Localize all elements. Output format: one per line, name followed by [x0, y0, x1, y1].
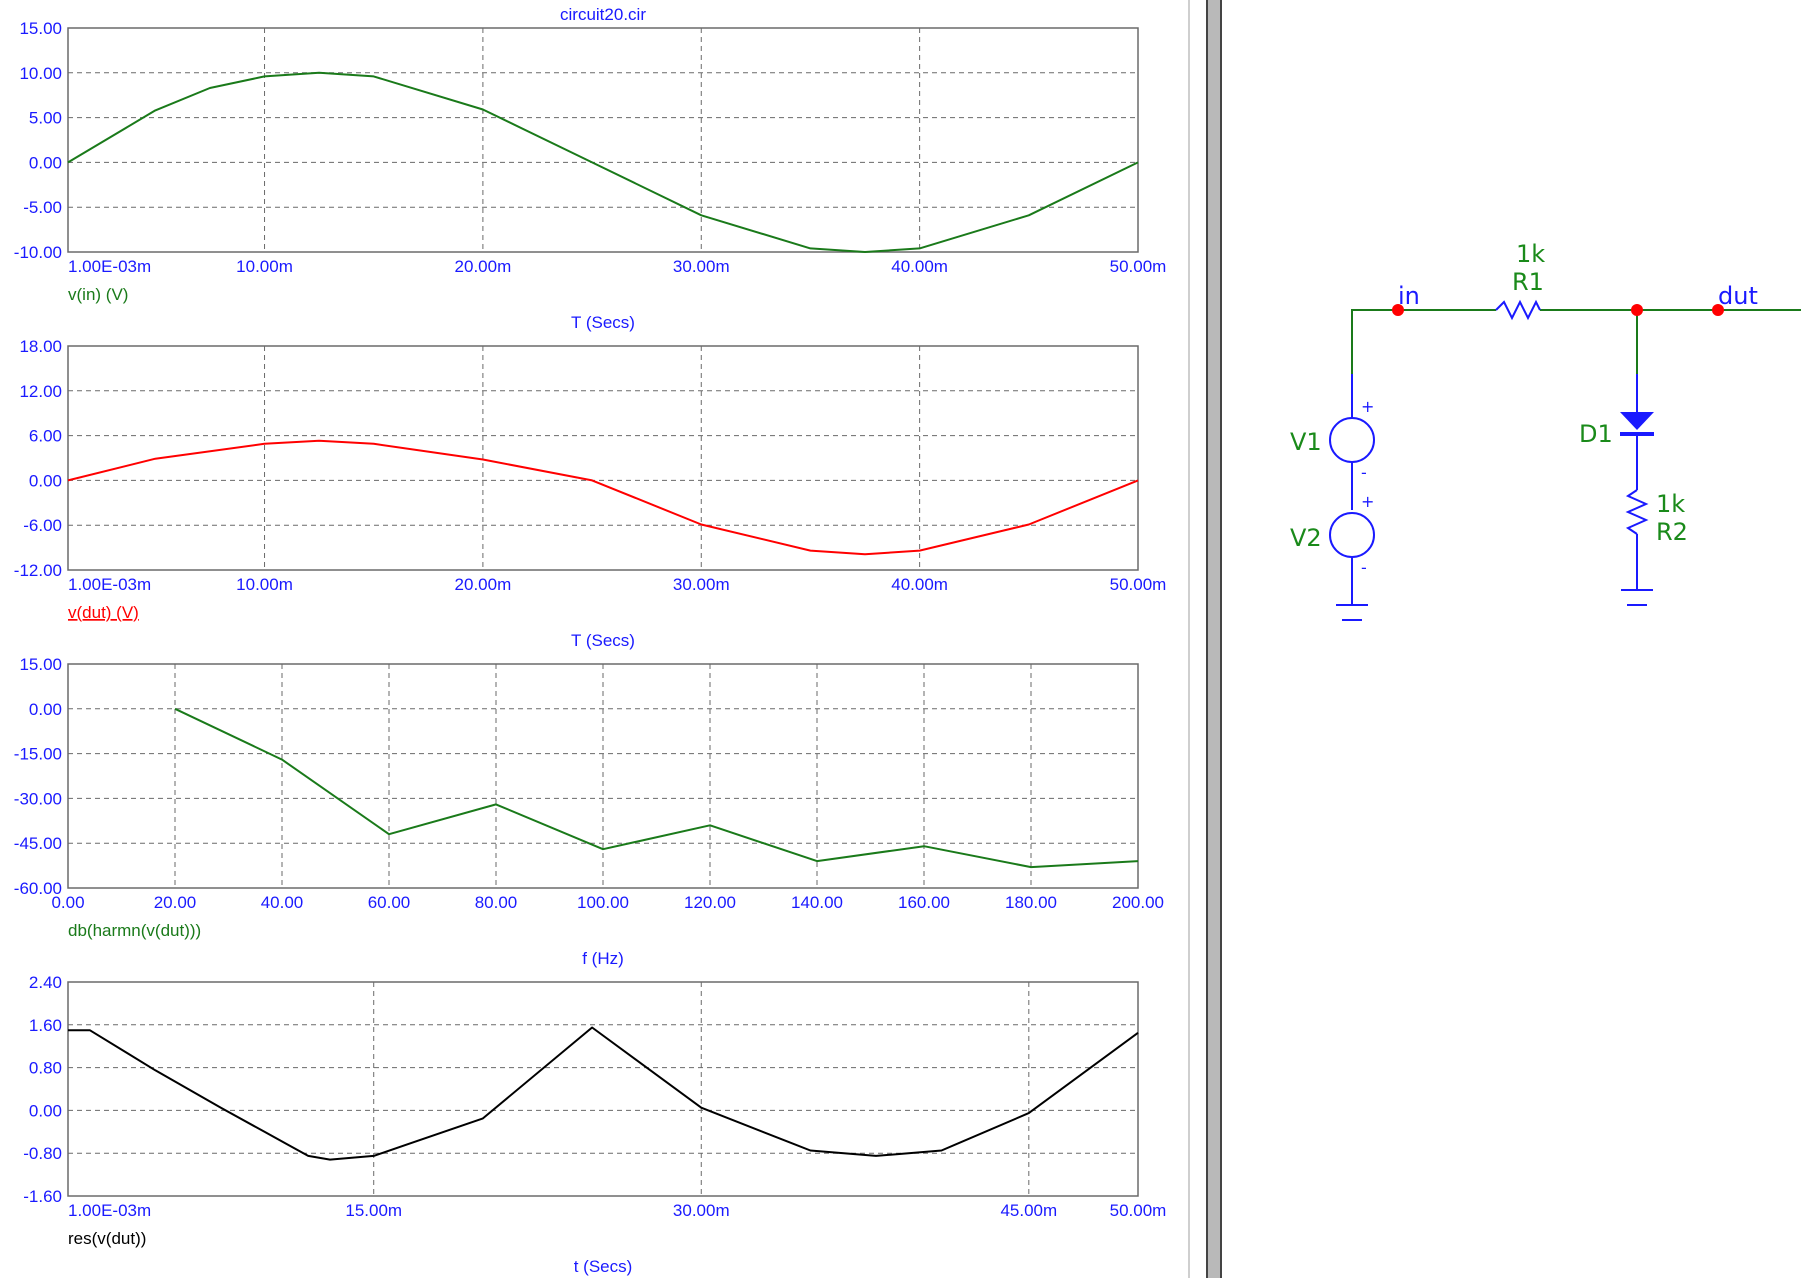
panel-divider [1188, 0, 1190, 1278]
r2-symbol [1628, 490, 1646, 534]
plots-canvas: circuit20.cir 1.00E-03m 10.00m 20.00m 30.00m… [0, 0, 1200, 1278]
y-tick-label: 15.00 [19, 19, 62, 38]
r1-ref: R1 [1512, 268, 1544, 296]
y-tick-label: -30.00 [14, 789, 62, 808]
r2-value: 1k [1656, 490, 1685, 518]
schematic-panel: in dut 1k R1 1k R2 D1 V1 V2 + - + - [1224, 0, 1808, 1278]
v2-symbol [1330, 513, 1374, 557]
y-tick-label: 0.00 [29, 1101, 62, 1120]
plot-frame [68, 28, 1138, 252]
y-tick-label: 0.80 [29, 1059, 62, 1078]
y-tick-label: -10.00 [14, 243, 62, 262]
series-label: res(v(dut)) [68, 1229, 146, 1248]
y-tick-label: 0.00 [29, 153, 62, 172]
v2-plus: + [1361, 492, 1374, 511]
y-tick-label: 15.00 [19, 655, 62, 674]
window-title: circuit20.cir [560, 5, 646, 24]
r1-value: 1k [1516, 240, 1545, 268]
v1-ref: V1 [1290, 428, 1322, 456]
v1-symbol [1330, 418, 1374, 462]
x-tick-label: 20.00m [455, 257, 512, 276]
v2-minus: - [1361, 558, 1367, 577]
y-tick-label: 6.00 [29, 427, 62, 446]
x-tick-label: 20.00m [455, 575, 512, 594]
wires [1352, 310, 1801, 418]
y-tick-label: -1.60 [23, 1187, 62, 1206]
r1-symbol [1496, 302, 1540, 318]
x-axis-title: f (Hz) [582, 949, 624, 968]
diode-triangle [1620, 412, 1654, 430]
x-tick-label: 40.00 [261, 893, 304, 912]
x-axis-title: T (Secs) [571, 631, 635, 650]
y-tick-label: 2.40 [29, 973, 62, 992]
y-tick-label: -6.00 [23, 516, 62, 535]
y-tick-label: 12.00 [19, 382, 62, 401]
y-tick-label: 1.60 [29, 1016, 62, 1035]
node-dot-junction[interactable] [1631, 304, 1643, 316]
v2-ref: V2 [1290, 524, 1322, 552]
x-tick-label: 20.00 [154, 893, 197, 912]
x-tick-label: 180.00 [1005, 893, 1057, 912]
x-tick-label: 15.00m [345, 1201, 402, 1220]
series-label: db(harmn(v(dut))) [68, 921, 201, 940]
plot-area: circuit20.cir 1.00E-03m 10.00m 20.00m 30.00m… [0, 0, 1200, 1278]
y-tick-label: 5.00 [29, 109, 62, 128]
y-tick-label: 0.00 [29, 700, 62, 719]
schematic-canvas: in dut 1k R1 1k R2 D1 V1 V2 + - + - [1224, 0, 1808, 1278]
x-tick-label: 1.00E-03m [68, 257, 151, 276]
x-tick-label: 40.00m [891, 575, 948, 594]
r2-ref: R2 [1656, 518, 1688, 546]
x-tick-label: 50.00m [1110, 575, 1167, 594]
series-line [68, 1028, 1138, 1160]
series-label: v(dut) (V) [68, 603, 139, 622]
x-tick-label: 50.00m [1110, 257, 1167, 276]
v1-plus: + [1361, 397, 1374, 416]
window-splitter[interactable] [1206, 0, 1222, 1278]
node-label-dut: dut [1718, 282, 1758, 310]
y-tick-label: 10.00 [19, 64, 62, 83]
y-tick-label: 18.00 [19, 337, 62, 356]
x-tick-label: 10.00m [236, 575, 293, 594]
blue-parts [1330, 302, 1653, 620]
x-tick-label: 80.00 [475, 893, 518, 912]
x-tick-label: 200.00 [1112, 893, 1164, 912]
x-tick-label: 30.00m [673, 575, 730, 594]
y-tick-label: 0.00 [29, 471, 62, 490]
x-tick-label: 100.00 [577, 893, 629, 912]
node-label-in: in [1398, 282, 1420, 310]
x-tick-label: 45.00m [1000, 1201, 1057, 1220]
y-tick-label: -60.00 [14, 879, 62, 898]
d1-ref: D1 [1579, 420, 1613, 448]
x-tick-label: 40.00m [891, 257, 948, 276]
series-line [68, 441, 1138, 555]
x-tick-label: 30.00m [673, 1201, 730, 1220]
y-tick-label: -45.00 [14, 834, 62, 853]
x-tick-label: 50.00m [1110, 1201, 1167, 1220]
x-tick-label: 160.00 [898, 893, 950, 912]
y-tick-label: -0.80 [23, 1144, 62, 1163]
x-tick-label: 10.00m [236, 257, 293, 276]
v1-minus: - [1361, 463, 1367, 482]
x-tick-label: 30.00m [673, 257, 730, 276]
y-tick-label: -5.00 [23, 198, 62, 217]
y-tick-label: -15.00 [14, 745, 62, 764]
x-axis-title: t (Secs) [574, 1257, 633, 1276]
x-axis-title: T (Secs) [571, 313, 635, 332]
x-tick-label: 1.00E-03m [68, 1201, 151, 1220]
x-tick-label: 60.00 [368, 893, 411, 912]
x-tick-label: 120.00 [684, 893, 736, 912]
y-tick-label: -12.00 [14, 561, 62, 580]
x-tick-label: 140.00 [791, 893, 843, 912]
plot-frame [68, 982, 1138, 1196]
x-tick-label: 1.00E-03m [68, 575, 151, 594]
series-label: v(in) (V) [68, 285, 128, 304]
